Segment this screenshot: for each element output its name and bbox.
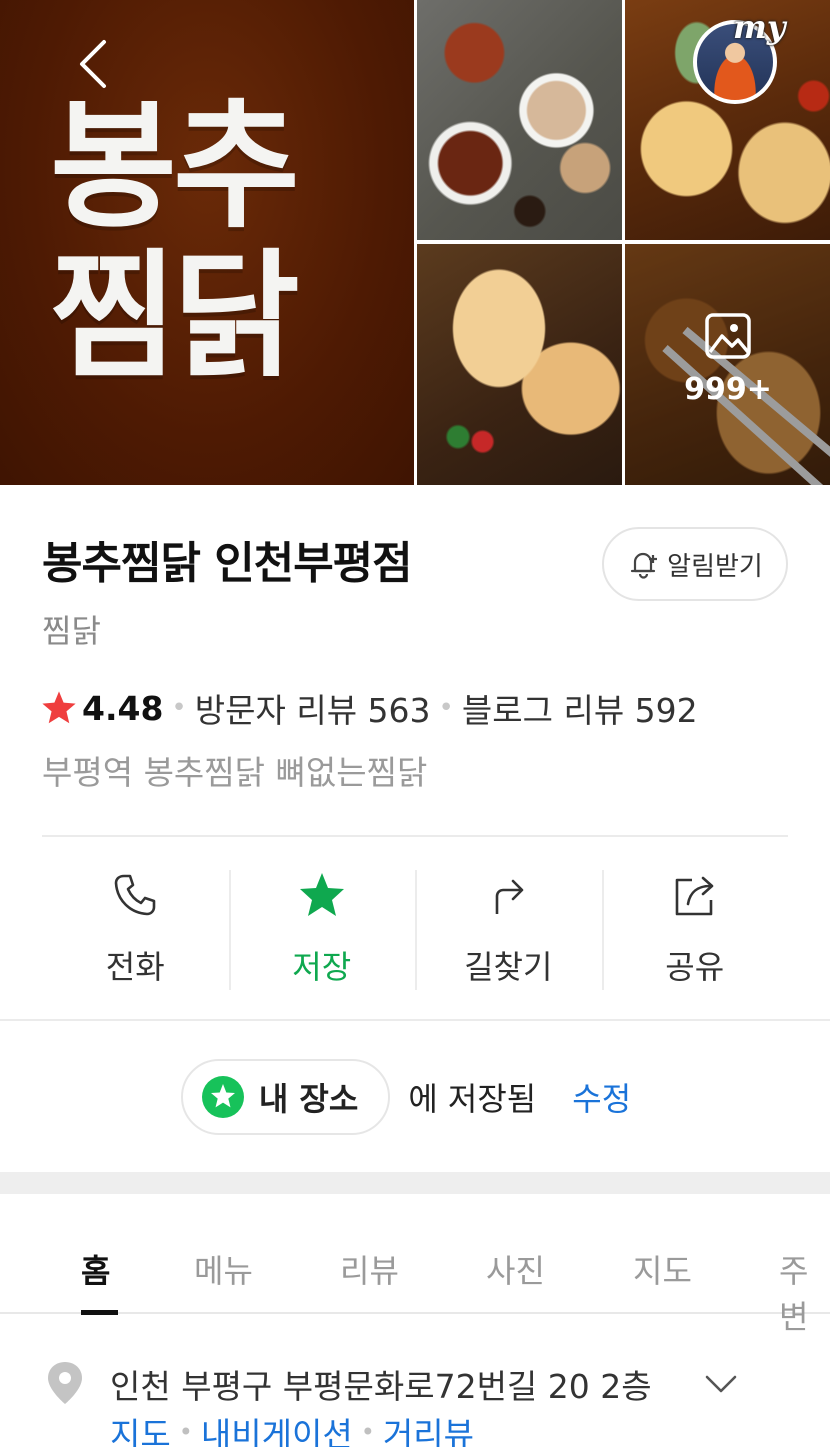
saved-status: 내 장소 에 저장됨 수정 bbox=[0, 1058, 830, 1136]
action-label: 길찾기 bbox=[464, 948, 553, 986]
active-tab-indicator bbox=[81, 1310, 118, 1315]
saved-text: 에 저장됨 bbox=[408, 1080, 537, 1118]
divider bbox=[0, 1019, 830, 1021]
tab-photos[interactable]: 사진 bbox=[486, 1246, 545, 1292]
notify-button[interactable]: 알림받기 bbox=[602, 527, 788, 601]
photo-count: 999+ bbox=[684, 372, 772, 407]
tab-map[interactable]: 지도 bbox=[633, 1246, 692, 1292]
address-text: 인천 부평구 부평문화로72번길 20 2층 bbox=[110, 1367, 652, 1406]
action-bar: 전화 저장 길찾기 공유 bbox=[42, 862, 788, 992]
my-place-chip[interactable]: 내 장소 bbox=[180, 1059, 391, 1135]
separator-dot: • bbox=[178, 1418, 193, 1446]
my-place-label: 내 장소 bbox=[258, 1080, 359, 1118]
photo-overlay bbox=[625, 244, 830, 485]
category-label: 찜닭 bbox=[42, 612, 101, 650]
logo-line-2: 찜닭 bbox=[50, 236, 300, 397]
image-icon bbox=[705, 313, 751, 359]
edit-link[interactable]: 수정 bbox=[572, 1074, 631, 1120]
chevron-left-icon bbox=[80, 40, 106, 88]
photo-thumbnail-3[interactable] bbox=[417, 244, 622, 485]
rating-stats: 4.48 • 방문자 리뷰 563 • 블로그 리뷰 592 bbox=[40, 684, 698, 732]
tab-nearby[interactable]: 주변 bbox=[779, 1246, 830, 1338]
photo-gallery[interactable]: 봉추 찜닭 999+ my bbox=[0, 0, 830, 485]
place-description: 부평역 봉추찜닭 뼈없는찜닭 bbox=[42, 753, 428, 792]
action-label: 공유 bbox=[665, 948, 725, 986]
saved-star-icon bbox=[201, 1076, 244, 1118]
tab-reviews[interactable]: 리뷰 bbox=[340, 1246, 399, 1292]
logo-text: 봉추 찜닭 bbox=[50, 92, 380, 392]
call-button[interactable]: 전화 bbox=[42, 862, 229, 992]
divider bbox=[42, 835, 788, 837]
photo-thumbnail-1[interactable] bbox=[417, 0, 622, 240]
main-photo[interactable]: 봉추 찜닭 bbox=[0, 0, 414, 485]
logo-line-1: 봉추 bbox=[50, 86, 300, 247]
rating-value: 4.48 bbox=[82, 688, 164, 728]
save-button[interactable]: 저장 bbox=[228, 862, 416, 992]
share-icon bbox=[675, 876, 714, 916]
bell-plus-icon bbox=[631, 552, 658, 579]
directions-arrow-icon bbox=[495, 879, 524, 914]
visitor-reviews-link[interactable]: 방문자 리뷰 563 bbox=[195, 684, 431, 732]
street-view-link[interactable]: 거리뷰 bbox=[383, 1408, 474, 1447]
place-title: 봉추찜닭 인천부평점 bbox=[42, 538, 413, 589]
directions-button[interactable]: 길찾기 bbox=[415, 862, 602, 992]
action-label: 전화 bbox=[105, 948, 165, 986]
separator-dot: • bbox=[171, 693, 187, 723]
location-pin-icon bbox=[48, 1362, 82, 1404]
rating-star-icon bbox=[42, 691, 76, 724]
separator-dot: • bbox=[360, 1418, 375, 1446]
my-badge: my bbox=[733, 8, 786, 46]
star-icon bbox=[299, 873, 344, 916]
tab-menu[interactable]: 메뉴 bbox=[194, 1246, 253, 1292]
share-button[interactable]: 공유 bbox=[601, 862, 789, 992]
tab-bar: 홈 메뉴 리뷰 사진 지도 주변 bbox=[0, 1228, 830, 1336]
navigation-link[interactable]: 내비게이션 bbox=[201, 1408, 353, 1447]
separator-dot: • bbox=[438, 693, 454, 723]
notify-label: 알림받기 bbox=[667, 551, 763, 582]
phone-icon bbox=[114, 874, 156, 916]
action-label: 저장 bbox=[292, 948, 352, 986]
map-link[interactable]: 지도 bbox=[110, 1408, 171, 1447]
photo-thumbnail-more[interactable] bbox=[625, 244, 830, 485]
section-spacer bbox=[0, 1172, 830, 1194]
chevron-down-icon[interactable] bbox=[704, 1372, 738, 1396]
back-button[interactable] bbox=[66, 34, 126, 94]
tab-home[interactable]: 홈 bbox=[81, 1246, 110, 1292]
address-links: 지도 • 내비게이션 • 거리뷰 bbox=[110, 1408, 474, 1447]
blog-reviews-link[interactable]: 블로그 리뷰 592 bbox=[462, 684, 698, 732]
